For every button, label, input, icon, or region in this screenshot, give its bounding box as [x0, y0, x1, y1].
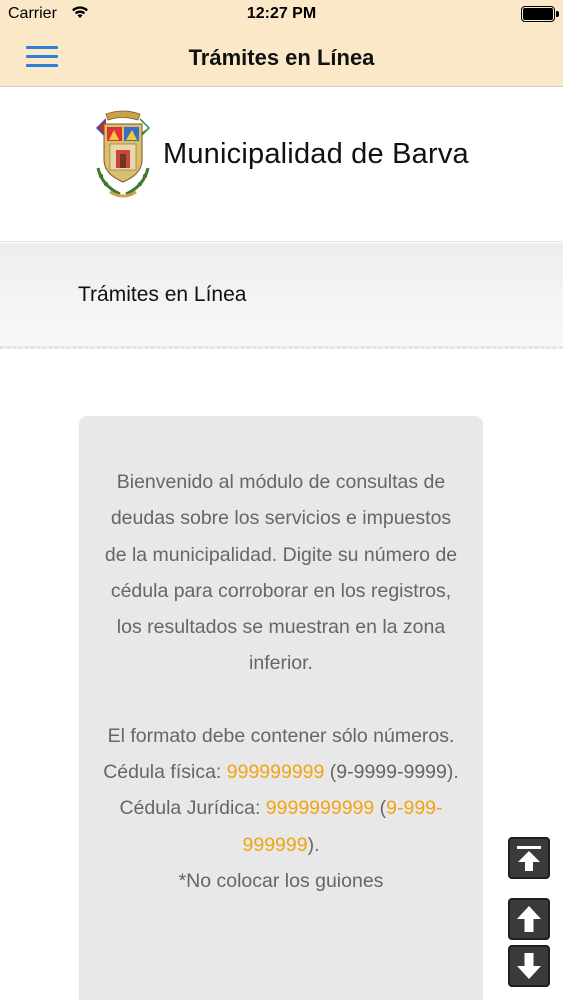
navigation-bar: Trámites en Línea [0, 30, 563, 87]
cedula-juridica-label: Cédula Jurídica: [119, 797, 266, 820]
scroll-to-top-icon [517, 846, 541, 871]
municipality-header: Municipalidad de Barva [0, 88, 563, 242]
cedula-juridica-open: ( [374, 797, 387, 820]
cedula-juridica-line: Cédula Jurídica: 9999999999 (9-999-99999… [99, 790, 463, 863]
welcome-text: Bienvenido al módulo de consultas de deu… [104, 471, 458, 675]
municipality-name: Municipalidad de Barva [163, 138, 469, 170]
cedula-fisica-label: Cédula física: [103, 761, 227, 784]
cedula-fisica-open: ( [324, 761, 337, 784]
arrow-down-icon [517, 953, 541, 979]
status-bar: Carrier 12:27 PM [0, 0, 563, 30]
info-card: Bienvenido al módulo de consultas de deu… [79, 416, 483, 1000]
nav-title: Trámites en Línea [188, 45, 375, 70]
battery-icon [521, 6, 559, 22]
cedula-fisica-dashed: 9-9999-9999 [336, 761, 447, 784]
arrow-up-icon [517, 906, 541, 932]
format-intro-text: El formato debe contener sólo números. [107, 724, 455, 747]
cedula-juridica-example: 9999999999 [265, 797, 375, 820]
clock-time: 12:27 PM [246, 5, 317, 22]
scroll-to-top-button[interactable] [508, 837, 550, 879]
cedula-fisica-example: 999999999 [226, 761, 325, 784]
cedula-juridica-close: ). [307, 833, 320, 856]
no-hyphens-note: *No colocar los guiones [178, 869, 384, 892]
municipality-crest-logo [92, 108, 154, 200]
scroll-up-button[interactable] [508, 898, 550, 940]
section-banner: Trámites en Línea [0, 243, 563, 349]
cedula-fisica-line: Cédula física: 999999999 (9-9999-9999). [99, 754, 463, 790]
cedula-fisica-close: ). [446, 761, 459, 784]
scroll-down-button[interactable] [508, 945, 550, 987]
section-title: Trámites en Línea [78, 283, 247, 306]
